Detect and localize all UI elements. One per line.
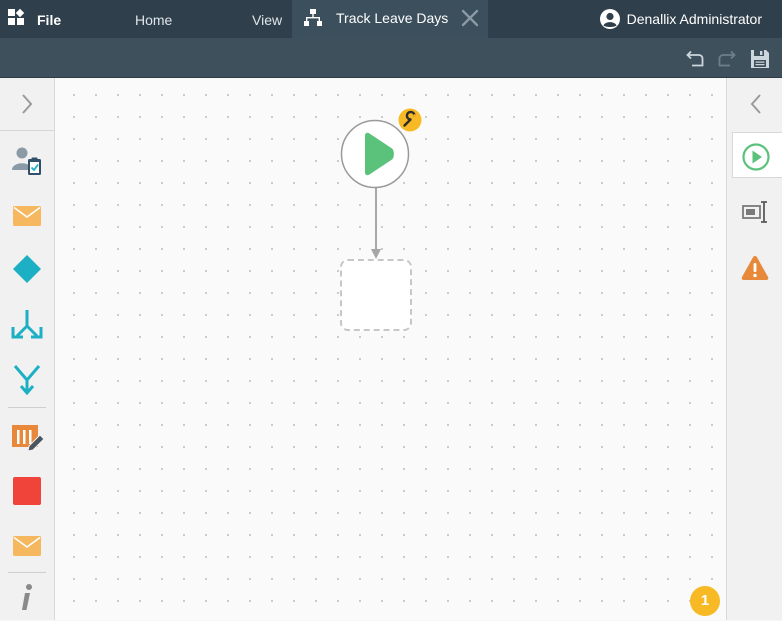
toolbox-email[interactable] (8, 196, 46, 234)
email-icon (13, 206, 41, 226)
toolbox-panel (0, 78, 55, 620)
toolbox-split[interactable] (8, 304, 46, 342)
user-task-icon (12, 147, 41, 175)
app-grid-icon[interactable] (7, 8, 27, 28)
redo-icon[interactable] (716, 48, 738, 70)
panel-start-properties[interactable] (732, 132, 782, 178)
chevron-right-icon (22, 94, 33, 114)
toolbox-data-edit[interactable] (8, 418, 46, 456)
info-icon (22, 584, 32, 610)
close-icon[interactable] (459, 7, 481, 29)
form-field-icon (742, 201, 767, 223)
panel-warnings[interactable] (732, 244, 778, 290)
menu-file[interactable]: File (37, 12, 61, 28)
notification-count-badge[interactable]: 1 (690, 586, 720, 616)
document-tab[interactable]: Track Leave Days (292, 0, 488, 38)
expand-toolbox-button[interactable] (0, 78, 54, 131)
chevron-left-icon (750, 94, 761, 114)
empty-step-placeholder[interactable] (340, 259, 412, 331)
wrench-icon[interactable] (398, 108, 422, 132)
toolbox-end[interactable] (8, 472, 46, 510)
data-edit-icon (12, 425, 45, 452)
toolbox-info[interactable] (8, 578, 46, 616)
properties-panel (726, 78, 782, 620)
decision-icon (13, 255, 41, 283)
end-icon (13, 477, 41, 505)
title-bar: Track Leave Days Denallix Administrator (0, 0, 782, 38)
merge-icon (13, 365, 41, 396)
undo-icon[interactable] (684, 48, 706, 70)
document-tab-title: Track Leave Days (336, 10, 449, 26)
connector-line[interactable] (368, 186, 384, 262)
toolbox-separator (8, 407, 46, 408)
user-name: Denallix Administrator (626, 11, 762, 27)
toolbox-decision[interactable] (8, 250, 46, 288)
menu-view[interactable]: View (252, 12, 282, 28)
panel-form-field[interactable] (732, 188, 778, 234)
toolbox-user-task[interactable] (8, 142, 46, 180)
user-menu[interactable]: Denallix Administrator (599, 7, 762, 31)
menu-bar (0, 38, 782, 78)
toolbox-separator (8, 572, 46, 573)
split-icon (11, 310, 43, 339)
start-properties-icon (742, 143, 770, 171)
email-icon (13, 536, 41, 556)
workflow-icon (303, 8, 323, 28)
warning-icon (741, 256, 769, 280)
toolbox-email-2[interactable] (8, 526, 46, 564)
menu-home[interactable]: Home (135, 12, 172, 28)
save-icon[interactable] (749, 48, 771, 70)
collapse-panel-button[interactable] (727, 78, 782, 130)
toolbox-merge[interactable] (8, 360, 46, 398)
user-avatar-icon (599, 8, 621, 30)
